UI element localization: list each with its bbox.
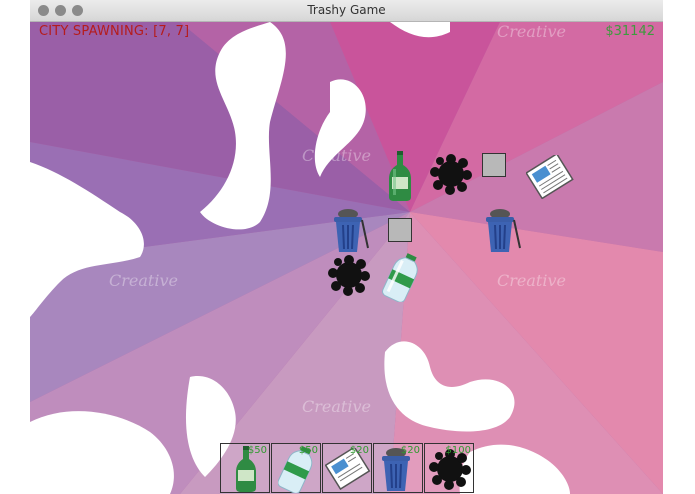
shop-slot-plastic-bottle[interactable]: $50 xyxy=(271,443,321,493)
watermark: Creative xyxy=(302,397,371,416)
shop-slot-green-bottle[interactable]: $50 xyxy=(220,443,270,493)
title-bar: Trashy Game xyxy=(30,0,663,22)
shop-slot-newspaper[interactable]: $20 xyxy=(322,443,372,493)
game-window: Trashy Game Creative Creative Creative C… xyxy=(30,0,663,494)
shop-bar: $50 $50 $20 $20 $100 xyxy=(220,443,475,494)
shop-price: $20 xyxy=(349,445,369,456)
watermark: Creative xyxy=(497,22,566,41)
shop-slot-splat[interactable]: $100 xyxy=(424,443,474,493)
green-bottle-icon[interactable] xyxy=(388,151,412,201)
city-spawning-label: CITY SPAWNING: [7, 7] xyxy=(39,24,190,39)
watermark: Creative xyxy=(109,271,178,290)
shop-price: $20 xyxy=(400,445,420,456)
shop-price: $50 xyxy=(247,445,267,456)
plastic-bottle-icon[interactable] xyxy=(382,252,422,302)
empty-tile[interactable] xyxy=(388,218,412,242)
game-canvas[interactable]: Creative Creative Creative Creative Crea… xyxy=(30,22,663,494)
watermark: Creative xyxy=(497,271,566,290)
trash-can-icon[interactable] xyxy=(484,208,522,254)
money-display: $31142 xyxy=(605,24,655,39)
window-title: Trashy Game xyxy=(307,3,386,17)
shop-slot-trash-can[interactable]: $20 xyxy=(373,443,423,493)
splat-icon[interactable] xyxy=(328,254,370,296)
newspaper-icon[interactable] xyxy=(526,155,574,199)
shop-price: $100 xyxy=(445,445,471,456)
watermark: Creative xyxy=(302,146,371,165)
trash-can-icon[interactable] xyxy=(332,208,370,254)
shop-price: $50 xyxy=(298,445,318,456)
empty-tile[interactable] xyxy=(482,153,506,177)
splat-icon[interactable] xyxy=(430,153,472,195)
